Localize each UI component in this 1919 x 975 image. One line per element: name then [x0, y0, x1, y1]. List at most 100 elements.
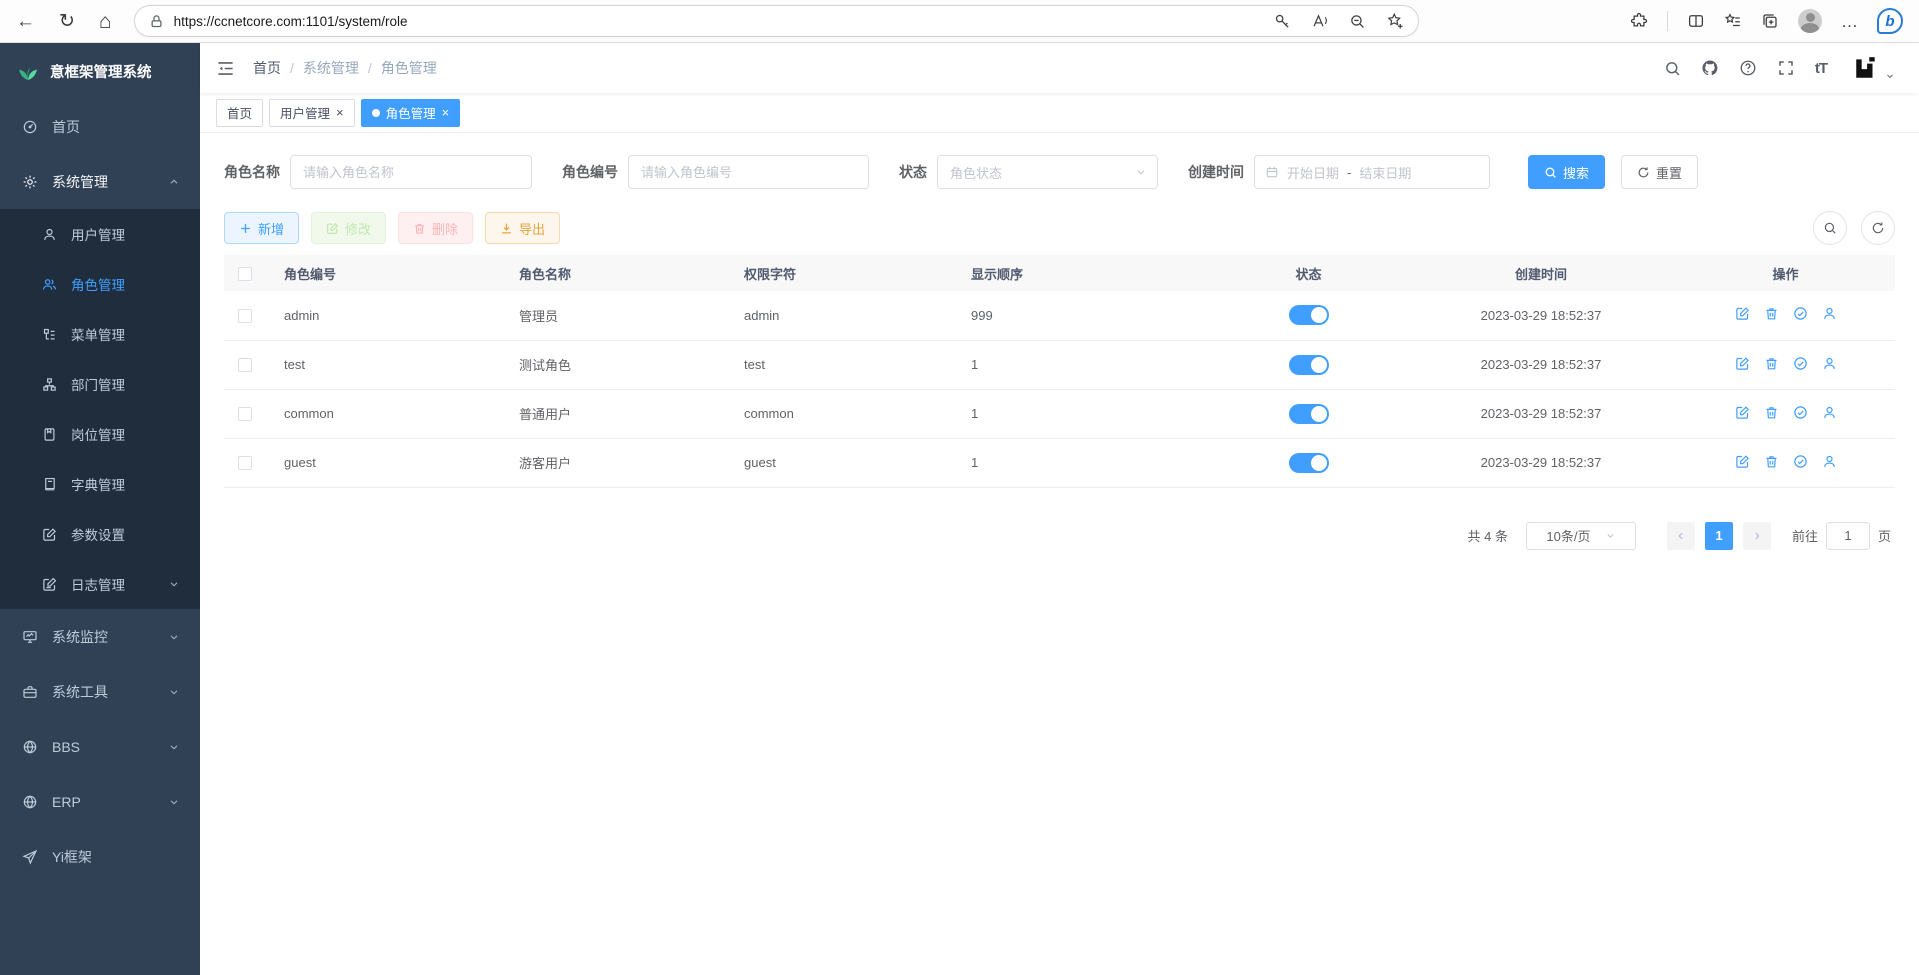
add-favorite-star-icon[interactable]: [1386, 12, 1404, 30]
refresh-icon: [1637, 166, 1650, 179]
sidebar-item-system-monitor[interactable]: 系统监控: [0, 609, 200, 664]
data-scope-icon[interactable]: [1793, 405, 1808, 420]
data-scope-icon[interactable]: [1793, 454, 1808, 469]
delete-button[interactable]: 删除: [398, 212, 473, 244]
tab-role-mgmt[interactable]: 角色管理 ×: [361, 99, 461, 127]
split-screen-icon[interactable]: [1687, 12, 1705, 30]
tab-home[interactable]: 首页: [216, 99, 263, 127]
fold-menu-icon[interactable]: [216, 59, 235, 78]
col-create-time: 创建时间: [1406, 255, 1676, 291]
export-button[interactable]: 导出: [485, 212, 560, 244]
browser-home-icon[interactable]: ⌂: [99, 11, 112, 32]
sidebar-item-bbs[interactable]: BBS: [0, 719, 200, 774]
fullscreen-icon[interactable]: [1777, 59, 1795, 77]
row-checkbox[interactable]: [238, 358, 252, 372]
sidebar-item-yi-framework[interactable]: Yi框架: [0, 829, 200, 884]
favorites-bar-icon[interactable]: [1724, 12, 1742, 30]
sidebar-item-user-mgmt[interactable]: 用户管理: [0, 209, 200, 259]
user-menu[interactable]: [1853, 55, 1895, 81]
data-scope-icon[interactable]: [1793, 306, 1808, 321]
page-number-1[interactable]: 1: [1705, 522, 1733, 550]
text-size-icon[interactable]: tT: [1815, 60, 1827, 77]
status-toggle[interactable]: [1289, 305, 1329, 325]
search-button[interactable]: 搜索: [1528, 155, 1605, 189]
app-navbar: 首页 / 系统管理 / 角色管理 tT: [200, 43, 1919, 93]
prev-page-button[interactable]: [1667, 522, 1695, 550]
browser-more-icon[interactable]: …: [1841, 13, 1858, 30]
help-question-icon[interactable]: [1739, 59, 1757, 77]
sidebar-item-home[interactable]: 首页: [0, 99, 200, 154]
role-name-input[interactable]: [290, 155, 532, 189]
role-code-input[interactable]: [628, 155, 869, 189]
roles-table: 角色编号 角色名称 权限字符 显示顺序 状态 创建时间 操作 admin 管理员: [224, 255, 1895, 488]
refresh-table-button[interactable]: [1861, 211, 1895, 245]
header-search-icon[interactable]: [1664, 60, 1681, 77]
close-icon[interactable]: ×: [336, 106, 344, 119]
browser-refresh-icon[interactable]: ↻: [59, 12, 75, 31]
next-page-button[interactable]: [1743, 522, 1771, 550]
show-search-toggle-button[interactable]: [1813, 211, 1847, 245]
app-logo[interactable]: 意框架管理系统: [0, 43, 200, 99]
browser-profile-avatar[interactable]: [1798, 9, 1822, 33]
status-toggle[interactable]: [1289, 404, 1329, 424]
collections-icon[interactable]: [1761, 12, 1779, 30]
edit-row-icon[interactable]: [1735, 454, 1750, 469]
sidebar-item-post-mgmt[interactable]: 岗位管理: [0, 409, 200, 459]
edit-row-icon[interactable]: [1735, 405, 1750, 420]
delete-row-icon[interactable]: [1764, 306, 1779, 321]
row-checkbox[interactable]: [238, 309, 252, 323]
zoom-out-icon[interactable]: [1349, 13, 1366, 30]
delete-row-icon[interactable]: [1764, 356, 1779, 371]
sidebar-item-role-mgmt[interactable]: 角色管理: [0, 259, 200, 309]
bing-chat-icon[interactable]: b: [1877, 8, 1903, 34]
sidebar-item-system-tools[interactable]: 系统工具: [0, 664, 200, 719]
breadcrumb-item-home[interactable]: 首页: [253, 58, 281, 78]
gear-icon: [22, 174, 38, 190]
row-checkbox[interactable]: [238, 456, 252, 470]
goto-page-input[interactable]: [1826, 522, 1870, 550]
select-all-checkbox[interactable]: [238, 267, 252, 281]
row-checkbox[interactable]: [238, 407, 252, 421]
github-icon[interactable]: [1701, 59, 1719, 77]
edit-row-icon[interactable]: [1735, 306, 1750, 321]
add-button[interactable]: 新增: [224, 212, 299, 244]
sidebar-item-label: 首页: [52, 117, 80, 137]
assign-user-icon[interactable]: [1822, 306, 1837, 321]
assign-user-icon[interactable]: [1822, 454, 1837, 469]
delete-row-icon[interactable]: [1764, 405, 1779, 420]
assign-user-icon[interactable]: [1822, 356, 1837, 371]
browser-back-icon[interactable]: ←: [16, 12, 35, 31]
tab-user-mgmt[interactable]: 用户管理 ×: [269, 99, 355, 127]
search-icon: [1823, 221, 1837, 235]
status-select[interactable]: 角色状态: [937, 155, 1158, 189]
goto-label: 前往: [1792, 526, 1818, 545]
sidebar-item-log-mgmt[interactable]: 日志管理: [0, 559, 200, 609]
browser-essentials-icon[interactable]: [1630, 12, 1648, 30]
assign-user-icon[interactable]: [1822, 405, 1837, 420]
status-toggle[interactable]: [1289, 355, 1329, 375]
sidebar-item-erp[interactable]: ERP: [0, 774, 200, 829]
date-range-picker[interactable]: 开始日期 - 结束日期: [1254, 155, 1490, 189]
globe-icon: [22, 739, 38, 755]
password-key-icon[interactable]: [1274, 13, 1291, 30]
edit-row-icon[interactable]: [1735, 356, 1750, 371]
sidebar-item-param-settings[interactable]: 参数设置: [0, 509, 200, 559]
close-icon[interactable]: ×: [442, 106, 450, 119]
reset-button[interactable]: 重置: [1621, 155, 1698, 189]
search-icon: [1544, 166, 1557, 179]
sidebar-item-dict-mgmt[interactable]: 字典管理: [0, 459, 200, 509]
modify-button[interactable]: 修改: [311, 212, 386, 244]
status-toggle[interactable]: [1289, 453, 1329, 473]
sidebar-item-system-mgmt[interactable]: 系统管理: [0, 154, 200, 209]
start-date-placeholder: 开始日期: [1287, 163, 1339, 182]
tab-label: 角色管理: [386, 103, 436, 122]
chevron-up-icon: [168, 176, 180, 188]
page-size-select[interactable]: 10条/页: [1526, 522, 1636, 550]
read-aloud-icon[interactable]: [1311, 12, 1329, 30]
data-scope-icon[interactable]: [1793, 356, 1808, 371]
cell-role-name: 测试角色: [509, 340, 734, 389]
browser-address-bar[interactable]: https://ccnetcore.com:1101/system/role: [134, 5, 1419, 37]
delete-row-icon[interactable]: [1764, 454, 1779, 469]
sidebar-item-dept-mgmt[interactable]: 部门管理: [0, 359, 200, 409]
sidebar-item-menu-mgmt[interactable]: 菜单管理: [0, 309, 200, 359]
